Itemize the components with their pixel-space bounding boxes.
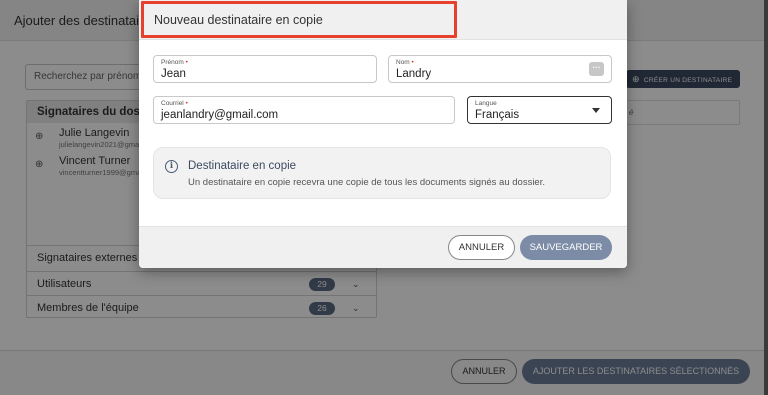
window-edge [764, 0, 768, 395]
field-label: Nom • [396, 59, 414, 66]
info-text: Un destinataire en copie recevra une cop… [188, 177, 545, 188]
field-label: Prénom • [161, 59, 188, 66]
info-title: Destinataire en copie [188, 160, 297, 172]
info-callout: i Destinataire en copie Un destinataire … [153, 147, 611, 199]
last-name-field[interactable]: Nom • Landry ··· [388, 55, 612, 83]
field-label: Courriel • [161, 100, 188, 107]
dialog-header: Nouveau destinataire en copie [139, 0, 627, 40]
save-button[interactable]: SAUVEGARDER [520, 235, 612, 260]
first-name-value: Jean [161, 68, 186, 80]
email-field[interactable]: Courriel • jeanlandry@gmail.com [153, 96, 455, 124]
dialog-footer: ANNULER SAUVEGARDER [139, 226, 627, 268]
caret-down-icon[interactable] [592, 108, 600, 113]
info-icon: i [165, 160, 178, 173]
cancel-button[interactable]: ANNULER [448, 235, 515, 260]
email-value: jeanlandry@gmail.com [161, 109, 279, 121]
new-cc-recipient-dialog: Nouveau destinataire en copie Prénom • J… [139, 0, 627, 268]
more-options-icon[interactable]: ··· [589, 62, 604, 76]
language-value: Français [475, 109, 520, 121]
last-name-value: Landry [396, 68, 432, 80]
highlight-annotation [141, 1, 457, 38]
language-select[interactable]: Langue Français [467, 96, 612, 124]
field-label: Langue [475, 100, 497, 107]
first-name-field[interactable]: Prénom • Jean [153, 55, 377, 83]
